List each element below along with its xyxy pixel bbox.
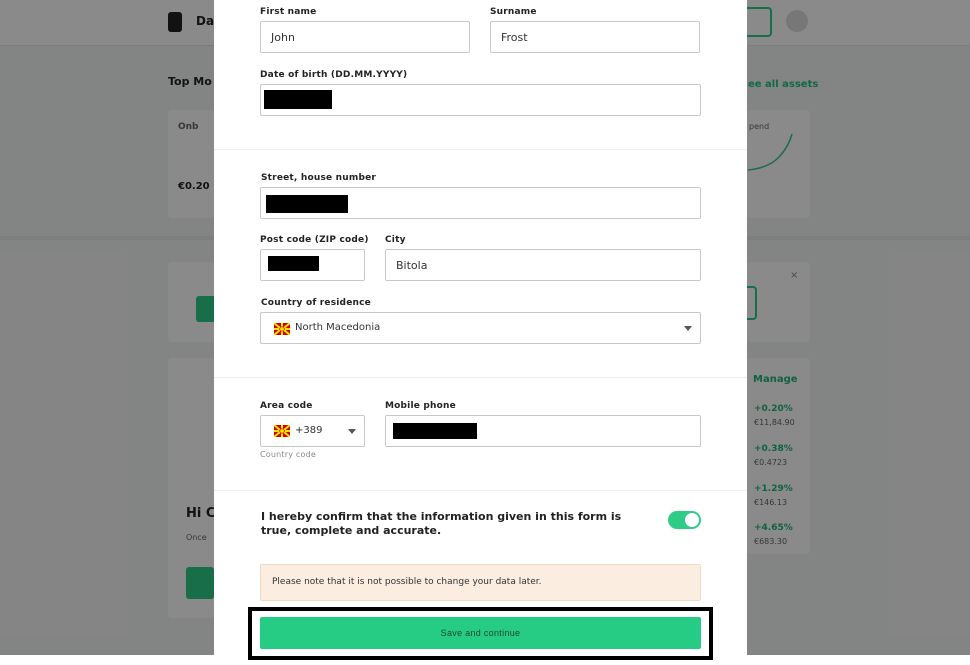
chevron-down-icon bbox=[684, 326, 692, 331]
city-field[interactable]: Bitola bbox=[385, 249, 701, 281]
postcode-label: Post code (ZIP code) bbox=[260, 235, 369, 245]
postcode-field[interactable] bbox=[260, 249, 365, 281]
country-value: North Macedonia bbox=[295, 322, 381, 333]
focus-highlight bbox=[248, 607, 713, 660]
street-field[interactable] bbox=[260, 187, 701, 219]
redacted-street bbox=[266, 195, 348, 213]
warning-notice: Please note that it is not possible to c… bbox=[260, 564, 701, 601]
surname-field[interactable]: Frost bbox=[490, 21, 700, 53]
area-code-select[interactable]: +389 bbox=[260, 415, 365, 447]
mobile-label: Mobile phone bbox=[385, 401, 456, 411]
section-divider bbox=[214, 377, 747, 378]
street-label: Street, house number bbox=[261, 173, 377, 183]
mobile-field[interactable] bbox=[385, 415, 701, 447]
country-label: Country of residence bbox=[261, 298, 371, 308]
north-macedonia-flag-icon bbox=[274, 323, 290, 335]
first-name-field[interactable]: John bbox=[260, 21, 470, 53]
redacted-dob bbox=[264, 90, 332, 109]
city-value: Bitola bbox=[396, 259, 428, 272]
first-name-value: John bbox=[271, 31, 295, 44]
confirmation-toggle[interactable] bbox=[668, 511, 701, 529]
personal-details-modal: First name John Surname Frost Date of bi… bbox=[214, 0, 747, 665]
area-code-value: +389 bbox=[295, 425, 323, 436]
north-macedonia-flag-icon bbox=[274, 425, 290, 437]
dob-field[interactable] bbox=[260, 84, 701, 116]
area-code-label: Area code bbox=[260, 401, 313, 411]
toggle-knob bbox=[685, 513, 699, 527]
section-divider bbox=[214, 149, 747, 150]
confirmation-text: I hereby confirm that the information gi… bbox=[261, 510, 622, 537]
redacted-mobile bbox=[393, 423, 477, 439]
section-divider bbox=[214, 490, 747, 491]
warning-notice-text: Please note that it is not possible to c… bbox=[272, 577, 542, 587]
chevron-down-icon bbox=[348, 429, 356, 434]
country-code-hint: Country code bbox=[260, 450, 317, 459]
dob-label: Date of birth (DD.MM.YYYY) bbox=[260, 70, 408, 80]
first-name-label: First name bbox=[260, 7, 317, 17]
country-select[interactable]: North Macedonia bbox=[260, 312, 701, 344]
surname-value: Frost bbox=[501, 31, 528, 44]
redacted-postcode bbox=[268, 256, 319, 271]
surname-label: Surname bbox=[490, 7, 537, 17]
city-label: City bbox=[385, 235, 406, 245]
